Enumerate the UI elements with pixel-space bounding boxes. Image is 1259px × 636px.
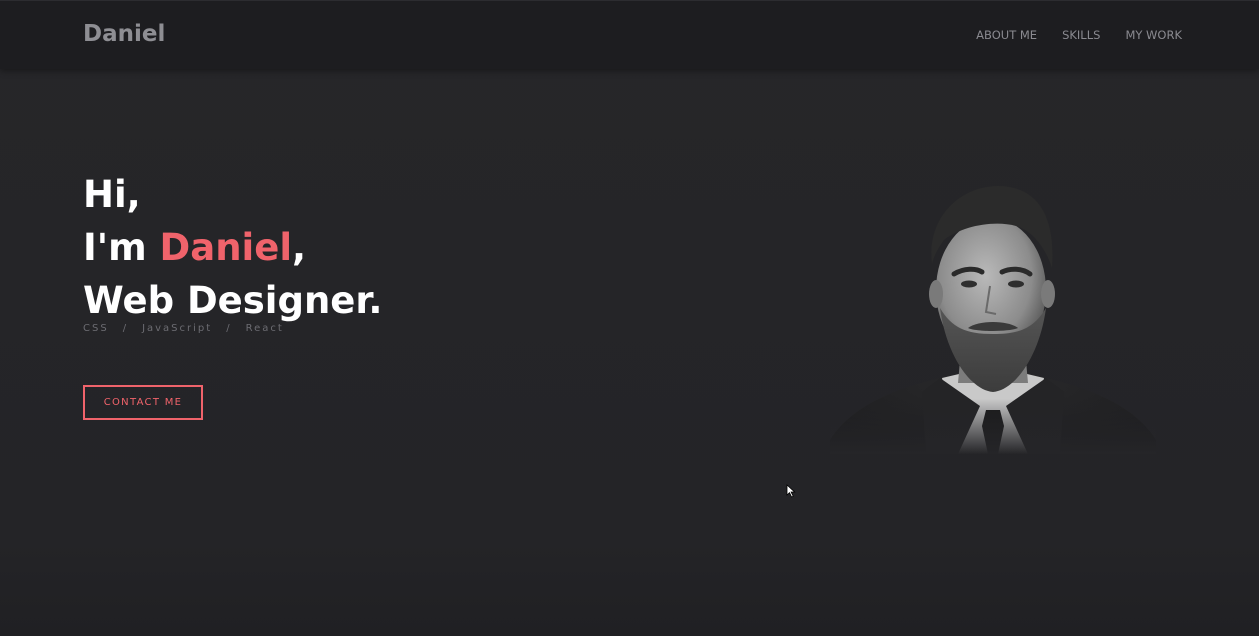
portrait-image — [830, 178, 1156, 454]
headline-intro: I'm — [83, 226, 160, 269]
skill-react: React — [245, 323, 284, 334]
nav-links: ABOUT ME SKILLS MY WORK — [976, 28, 1182, 42]
headline-role: Web Designer. — [83, 279, 383, 322]
skill-css: CSS — [83, 323, 109, 334]
headline-name: Daniel — [159, 226, 293, 269]
brand-logo[interactable]: Daniel — [83, 21, 165, 47]
headline-comma: , — [292, 226, 307, 269]
nav-link-about-me[interactable]: ABOUT ME — [976, 28, 1037, 42]
skill-javascript: JavaScript — [142, 323, 213, 334]
nav-link-skills[interactable]: SKILLS — [1062, 28, 1100, 42]
skill-separator: / — [226, 323, 232, 334]
headline-greeting: Hi, — [83, 173, 141, 216]
contact-me-button[interactable]: CONTACT ME — [83, 385, 203, 420]
hero-headline: Hi, I'm Daniel, Web Designer. — [83, 168, 382, 327]
page: Daniel ABOUT ME SKILLS MY WORK Hi, I'm D… — [0, 0, 1259, 636]
hero-section: Hi, I'm Daniel, Web Designer. CSS / Java… — [83, 168, 382, 334]
navbar: Daniel ABOUT ME SKILLS MY WORK — [0, 0, 1259, 69]
mouse-pointer-icon — [786, 484, 796, 498]
skill-separator: / — [122, 323, 129, 334]
nav-link-my-work[interactable]: MY WORK — [1125, 28, 1182, 42]
